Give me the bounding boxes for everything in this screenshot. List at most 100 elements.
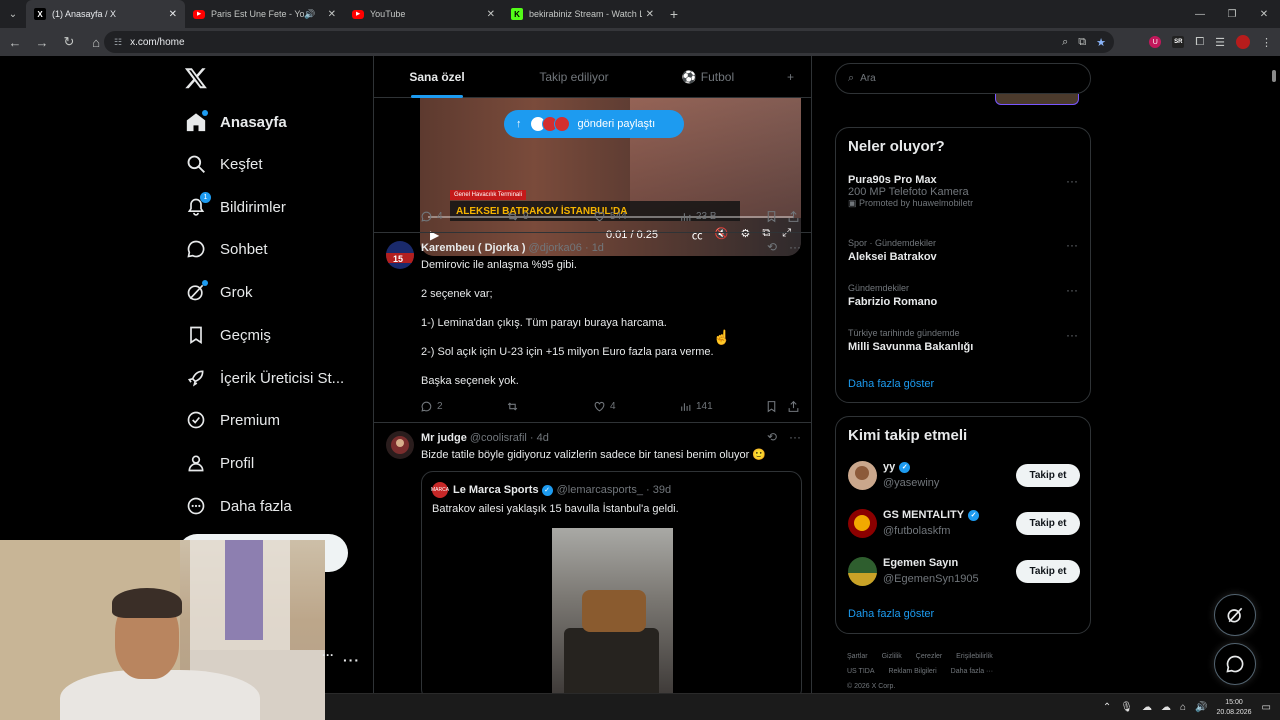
bookmark-star-icon[interactable]: ★ xyxy=(1096,36,1106,49)
repost-button[interactable] xyxy=(506,400,523,413)
quoted-post[interactable]: MARCA Le Marca Sports ✓ @lemarcasports_ … xyxy=(421,471,802,693)
scrollbar-thumb[interactable] xyxy=(1272,70,1276,82)
back-icon[interactable]: ← xyxy=(3,30,27,54)
grok-fab-button[interactable] xyxy=(1214,594,1256,636)
messages-fab-button[interactable] xyxy=(1214,643,1256,685)
author-handle[interactable]: @coolisrafil xyxy=(470,432,527,444)
chevron-up-icon[interactable]: ⌃ xyxy=(1103,702,1111,713)
avatar[interactable] xyxy=(848,461,877,490)
forward-icon[interactable]: → xyxy=(30,30,54,54)
add-tab-button[interactable]: + xyxy=(768,56,811,98)
follow-suggestion[interactable]: Egemen Sayın @EgemenSyn1905 Takip et xyxy=(848,556,1080,588)
sidebar-item-explore[interactable]: Keşfet xyxy=(186,146,263,182)
share-button[interactable] xyxy=(787,210,804,223)
tab-close-icon[interactable]: ✕ xyxy=(646,9,654,20)
trend-item[interactable]: Gündemdekiler Fabrizio Romano ··· xyxy=(848,283,1078,308)
install-app-icon[interactable]: ⧉ xyxy=(1078,36,1086,49)
tab-close-icon[interactable]: ✕ xyxy=(328,9,336,20)
like-button[interactable]: 4 xyxy=(593,400,616,413)
reply-button[interactable]: 2 xyxy=(420,400,443,413)
more-icon[interactable]: ··· xyxy=(1066,174,1078,188)
puzzle-icon[interactable]: ⧠ xyxy=(1195,36,1204,49)
browser-tab-youtube[interactable]: ▶ YouTube ✕ xyxy=(344,0,503,28)
follow-suggestion[interactable]: GS MENTALITY ✓ @futbolaskfm Takip et xyxy=(848,508,1080,540)
grok-icon[interactable]: ⟲ xyxy=(767,240,777,254)
more-icon[interactable]: ··· xyxy=(1066,328,1078,342)
bookmark-button[interactable] xyxy=(765,400,782,413)
reading-list-icon[interactable]: ☰ xyxy=(1215,36,1225,49)
tab-search-button[interactable]: ⌄ xyxy=(0,0,26,28)
captions-icon[interactable]: ㏄ xyxy=(692,227,703,243)
footer-link[interactable]: Şartlar xyxy=(847,653,868,660)
extension-icon[interactable]: U xyxy=(1149,36,1162,48)
browser-tab-kick[interactable]: K bekirabiniz Stream - Watch Live ✕ xyxy=(503,0,662,28)
tab-close-icon[interactable]: ✕ xyxy=(169,9,177,20)
footer-link[interactable]: Gizlilik xyxy=(882,653,902,660)
author-name[interactable]: Mr judge xyxy=(421,432,467,444)
more-icon[interactable]: ··· xyxy=(789,430,801,444)
views-button[interactable]: 141 xyxy=(679,400,713,413)
avatar[interactable] xyxy=(386,431,414,459)
minimize-icon[interactable]: — xyxy=(1184,0,1216,28)
sidebar-item-premium[interactable]: Premium xyxy=(186,402,280,438)
sidebar-item-bookmarks[interactable]: Geçmiş xyxy=(186,317,271,353)
x-logo-icon[interactable] xyxy=(184,66,210,92)
sidebar-item-more[interactable]: Daha fazla xyxy=(186,488,292,524)
views-button[interactable]: 23 B xyxy=(679,210,717,223)
post-time[interactable]: 4d xyxy=(537,432,549,444)
sidebar-item-home[interactable]: Anasayfa xyxy=(186,104,287,140)
sidebar-item-grok[interactable]: Grok xyxy=(186,274,253,310)
notification-center-icon[interactable]: ▭ xyxy=(1262,702,1271,713)
onedrive-icon[interactable]: ☁ xyxy=(1161,702,1171,713)
browser-tab-youtube-paris[interactable]: ▶ Paris Est Une Fete - YouTube 🔊 ✕ xyxy=(185,0,344,28)
site-info-icon[interactable]: ☷ xyxy=(114,37,122,48)
follow-suggestion[interactable]: yy ✓ @yasewiny Takip et xyxy=(848,460,1080,492)
sidebar-item-profile[interactable]: Profil xyxy=(186,445,254,481)
tab-for-you[interactable]: Sana özel xyxy=(374,56,500,98)
author-handle[interactable]: @djorka06 xyxy=(529,242,582,254)
more-dots-icon[interactable]: ··· xyxy=(322,648,334,662)
mute-icon[interactable]: 🔇 xyxy=(715,227,729,243)
author-name[interactable]: Karembeu ( Djorka ) xyxy=(421,242,526,254)
tab-following[interactable]: Takip ediliyor xyxy=(500,56,648,98)
reply-button[interactable]: 4 xyxy=(420,210,443,223)
bookmark-button[interactable] xyxy=(765,210,782,223)
browser-tab-x[interactable]: X (1) Anasayfa / X ✕ xyxy=(26,0,185,28)
follow-button[interactable]: Takip et xyxy=(1016,464,1080,487)
trend-item[interactable]: Pura90s Pro Max 200 MP Telefoto Kamera ▣… xyxy=(848,174,1078,209)
more-icon[interactable]: ··· xyxy=(789,240,801,254)
speaker-icon[interactable]: 🔊 xyxy=(304,9,315,20)
footer-link[interactable]: Reklam Bilgileri xyxy=(888,668,936,675)
follow-button[interactable]: Takip et xyxy=(1016,512,1080,535)
repost-button[interactable]: 9 xyxy=(506,210,529,223)
avatar[interactable] xyxy=(848,509,877,538)
more-icon[interactable]: ··· xyxy=(1066,283,1078,297)
more-icon[interactable]: ··· xyxy=(1066,238,1078,252)
zoom-icon[interactable]: ⌕ xyxy=(1062,36,1068,49)
sidebar-item-creator-studio[interactable]: İçerik Üreticisi St... xyxy=(186,360,344,396)
quote-photo[interactable] xyxy=(552,528,673,693)
follow-show-more-link[interactable]: Daha fazla göster xyxy=(848,608,934,620)
play-icon[interactable]: ▶ xyxy=(430,228,439,242)
footer-link[interactable]: Daha fazla ··· xyxy=(951,668,993,675)
share-button[interactable] xyxy=(787,400,804,413)
settings-gear-icon[interactable]: ⚙ xyxy=(740,227,750,243)
profile-avatar[interactable] xyxy=(1236,35,1250,49)
microphone-icon[interactable]: 🎙 xyxy=(1120,702,1133,713)
post-time[interactable]: 1d xyxy=(592,242,604,254)
share-post-pill[interactable]: ↑ gönderi paylaştı xyxy=(504,110,684,138)
kebab-menu-icon[interactable]: ⋮ xyxy=(1261,36,1272,49)
volume-icon[interactable]: 🔊 xyxy=(1195,702,1207,713)
clock[interactable]: 15:00 20.08.2026 xyxy=(1217,698,1252,718)
sidebar-item-notifications[interactable]: 1 Bildirimler xyxy=(186,189,286,225)
account-menu-icon[interactable]: ··· xyxy=(343,652,360,668)
footer-link[interactable]: US TIDA xyxy=(847,668,875,675)
grok-icon[interactable]: ⟲ xyxy=(767,430,777,444)
extension-icon[interactable]: SR xyxy=(1172,36,1185,48)
trend-item[interactable]: Spor · Gündemdekiler Aleksei Batrakov ··… xyxy=(848,238,1078,263)
footer-link[interactable]: Çerezler xyxy=(916,653,942,660)
tab-close-icon[interactable]: ✕ xyxy=(487,9,495,20)
close-window-icon[interactable]: ✕ xyxy=(1248,0,1280,28)
follow-button[interactable]: Takip et xyxy=(1016,560,1080,583)
like-button[interactable]: 544 xyxy=(593,210,627,223)
